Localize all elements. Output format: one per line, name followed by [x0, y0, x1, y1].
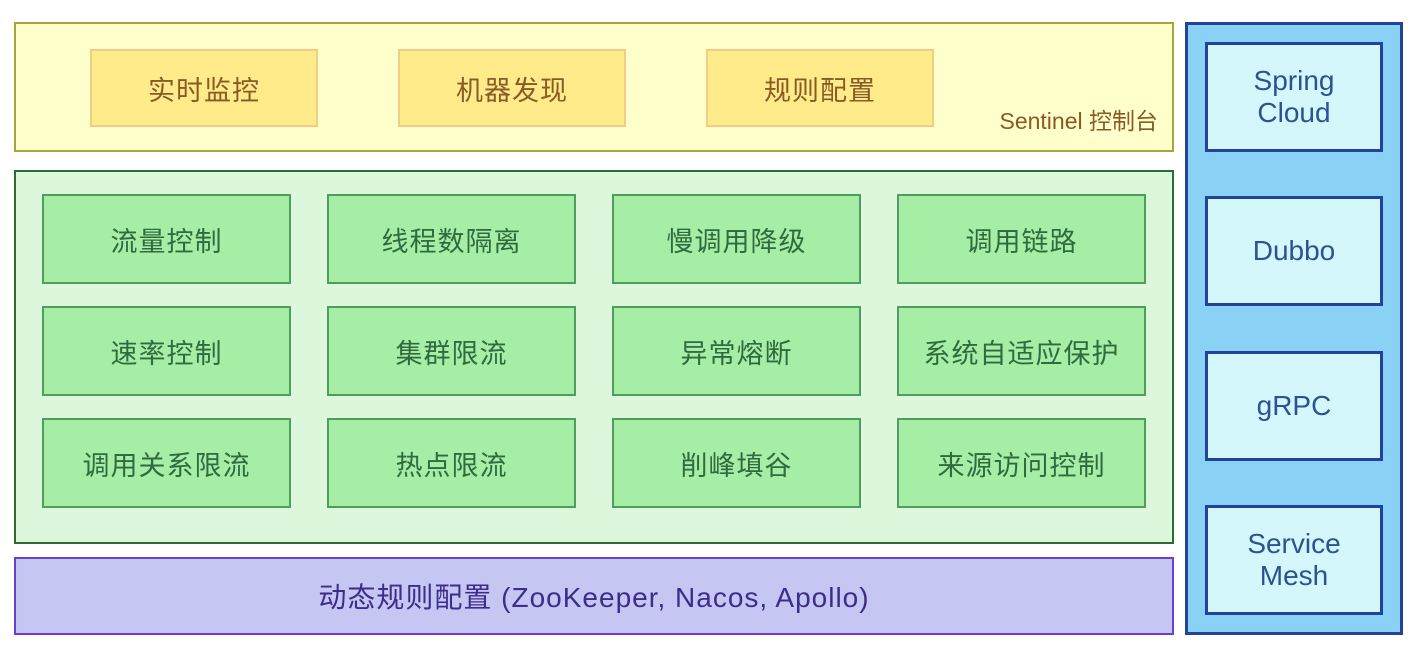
console-card-label: 实时监控 — [148, 75, 260, 106]
core-card-label: 集群限流 — [395, 338, 508, 369]
adapter-card-label: gRPC — [1256, 389, 1332, 421]
core-card-label: 调用关系限流 — [82, 450, 251, 481]
core-card-label: 来源访问控制 — [937, 450, 1106, 481]
core-card-exception-circuit-break[interactable]: 异常熔断 — [612, 306, 861, 396]
adapter-card-dubbo[interactable]: Dubbo — [1205, 196, 1383, 307]
core-card-cluster-flow-limit[interactable]: 集群限流 — [327, 306, 576, 396]
core-card-label: 热点限流 — [395, 450, 508, 481]
console-card-label: 规则配置 — [764, 75, 876, 106]
dynamic-rule-config-bar[interactable]: 动态规则配置 (ZooKeeper, Nacos, Apollo) — [14, 557, 1174, 635]
sentinel-core-panel: 流量控制 线程数隔离 慢调用降级 调用链路 速率控制 集群限流 异常熔断 系统自… — [14, 170, 1174, 544]
console-card-group: 实时监控 机器发现 规则配置 — [90, 49, 934, 127]
core-card-peak-shaving[interactable]: 削峰填谷 — [612, 418, 861, 508]
core-card-label: 线程数隔离 — [381, 226, 522, 257]
console-panel-label: Sentinel 控制台 — [999, 108, 1158, 134]
core-card-label: 削峰填谷 — [680, 450, 793, 481]
core-card-label: 速率控制 — [110, 338, 223, 369]
console-card-rule-config[interactable]: 规则配置 — [706, 49, 934, 127]
core-card-grid: 流量控制 线程数隔离 慢调用降级 调用链路 速率控制 集群限流 异常熔断 系统自… — [42, 194, 1146, 508]
adapter-card-label: Dubbo — [1252, 235, 1336, 267]
core-card-label: 异常熔断 — [680, 338, 793, 369]
core-card-relation-flow-limit[interactable]: 调用关系限流 — [42, 418, 291, 508]
core-card-label: 系统自适应保护 — [923, 338, 1120, 369]
console-card-realtime-monitor[interactable]: 实时监控 — [90, 49, 318, 127]
adapters-panel: Spring Cloud Dubbo gRPC Service Mesh — [1185, 22, 1403, 635]
adapter-card-label: Service Mesh — [1247, 527, 1341, 591]
adapter-card-label: Spring Cloud — [1253, 64, 1335, 128]
adapter-card-grpc[interactable]: gRPC — [1205, 350, 1383, 461]
core-card-thread-isolation[interactable]: 线程数隔离 — [327, 194, 576, 284]
core-card-hotspot-flow-limit[interactable]: 热点限流 — [327, 418, 576, 508]
core-card-rate-control[interactable]: 速率控制 — [42, 306, 291, 396]
core-card-flow-control[interactable]: 流量控制 — [42, 194, 291, 284]
core-card-call-chain[interactable]: 调用链路 — [897, 194, 1146, 284]
core-card-label: 流量控制 — [110, 226, 223, 257]
adapter-card-service-mesh[interactable]: Service Mesh — [1205, 504, 1383, 615]
main-stack: 实时监控 机器发现 规则配置 Sentinel 控制台 流量控制 线程数隔离 慢… — [14, 22, 1174, 636]
core-card-system-adaptive-protection[interactable]: 系统自适应保护 — [897, 306, 1146, 396]
core-card-origin-access-control[interactable]: 来源访问控制 — [897, 418, 1146, 508]
dynamic-rule-config-label: 动态规则配置 (ZooKeeper, Nacos, Apollo) — [318, 582, 870, 613]
adapter-card-spring-cloud[interactable]: Spring Cloud — [1205, 42, 1383, 152]
core-card-label: 调用链路 — [965, 226, 1078, 257]
console-card-machine-discovery[interactable]: 机器发现 — [398, 49, 626, 127]
core-card-label: 慢调用降级 — [666, 226, 807, 257]
console-card-label: 机器发现 — [456, 75, 568, 106]
core-card-slow-call-degrade[interactable]: 慢调用降级 — [612, 194, 861, 284]
sentinel-architecture-diagram: 实时监控 机器发现 规则配置 Sentinel 控制台 流量控制 线程数隔离 慢… — [0, 0, 1418, 656]
sentinel-console-panel: 实时监控 机器发现 规则配置 Sentinel 控制台 — [14, 22, 1174, 152]
